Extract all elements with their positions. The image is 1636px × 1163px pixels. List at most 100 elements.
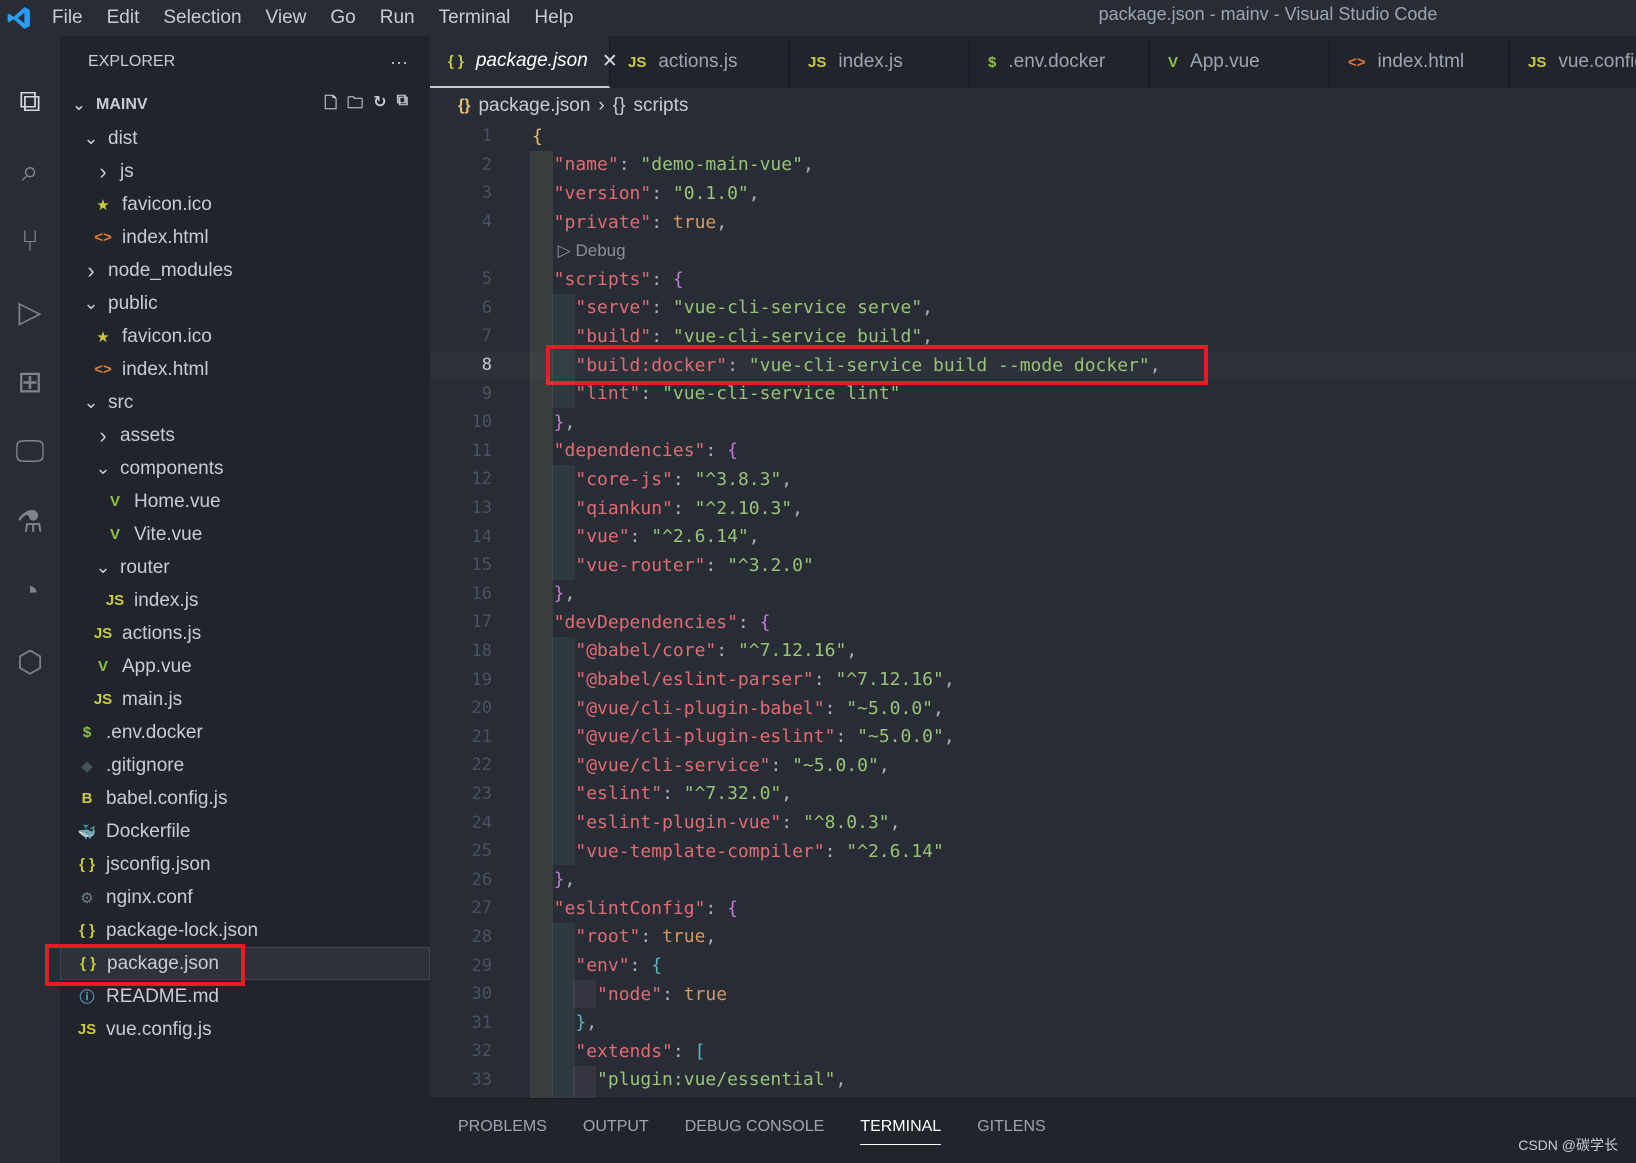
file-item[interactable]: ⚙ nginx.conf [60, 881, 430, 914]
file-item[interactable]: <> index.html [60, 221, 430, 254]
docker-icon[interactable]: ⬡ [0, 634, 60, 690]
object-icon: {} [612, 95, 626, 116]
menu-help[interactable]: Help [534, 7, 573, 29]
line-number: 19 [471, 669, 492, 690]
folder-item[interactable]: › node_modules [60, 254, 430, 287]
tab-label: index.js [838, 51, 903, 72]
token: "^3.2.0" [727, 554, 814, 576]
file-label: node_modules [108, 259, 233, 281]
file-item[interactable]: $ .env.docker [60, 716, 430, 749]
file-item[interactable]: V App.vue [60, 650, 430, 683]
tab-index-html[interactable]: <> index.html [1330, 36, 1510, 88]
source-control-icon[interactable]: ⑂ [0, 214, 60, 270]
token: [ [694, 1040, 706, 1062]
token: "private" [553, 211, 652, 233]
menu-view[interactable]: View [266, 7, 307, 29]
tab-index-js[interactable]: JS index.js [790, 36, 970, 88]
token: , [705, 926, 717, 948]
indent-guide [551, 322, 575, 351]
vue-file-icon: V [1168, 53, 1179, 71]
file-item[interactable]: 🐳 Dockerfile [60, 815, 430, 848]
folder-item[interactable]: ⌄ src [60, 386, 430, 419]
indent-guide [530, 407, 553, 437]
file-item[interactable]: V Vite.vue [60, 518, 430, 551]
line-number: 27 [471, 898, 492, 919]
code-text: "build": "vue-cli-service build", [575, 326, 933, 347]
menu-edit[interactable]: Edit [107, 7, 140, 29]
tab-vue-config-js[interactable]: JS vue.config.js [1510, 36, 1636, 88]
testing-icon[interactable]: ⚗ [0, 494, 60, 550]
tab-package-json[interactable]: { } package.json ✕ [430, 36, 618, 88]
file-label: favicon.ico [122, 193, 212, 215]
chevron-down-icon: ⌄ [83, 128, 99, 148]
search-icon[interactable]: ⌕ [0, 144, 60, 200]
panel-tab-output[interactable]: OUTPUT [583, 1110, 649, 1144]
line-number: 26 [471, 869, 492, 890]
folder-item[interactable]: › js [60, 155, 430, 188]
breadcrumb-file[interactable]: package.json [478, 95, 590, 117]
panel-tab-terminal[interactable]: TERMINAL [860, 1110, 942, 1145]
remote-explorer-icon[interactable]: 🖵 [0, 424, 60, 480]
workspace-root[interactable]: ⌄ MAINV 🗋 🗀 ↻ ⧉ [60, 88, 430, 122]
folder-item[interactable]: ⌄ public [60, 287, 430, 320]
codelens-debug[interactable]: Debug [575, 241, 625, 260]
file-item[interactable]: JS main.js [60, 683, 430, 716]
token: , [1149, 354, 1161, 376]
menu-terminal[interactable]: Terminal [439, 7, 511, 29]
file-item[interactable]: ★ favicon.ico [60, 188, 430, 221]
explorer-icon[interactable]: ⧉ [0, 74, 60, 130]
folder-item[interactable]: ⌄ components [60, 452, 430, 485]
file-item[interactable]: <> index.html [60, 353, 430, 386]
indent-guide [551, 550, 575, 580]
code-text: "scripts": { [554, 269, 684, 290]
tab-App-vue[interactable]: V App.vue [1150, 36, 1330, 88]
tab-env-docker[interactable]: $ .env.docker [970, 36, 1150, 88]
file-item[interactable]: { } package-lock.json [60, 914, 430, 947]
token: , [781, 783, 793, 805]
tab-label: index.html [1377, 51, 1465, 72]
code-line: 27 "eslintConfig": { [430, 894, 1636, 923]
codelens[interactable]: ▷ Debug [558, 240, 626, 261]
file-item[interactable]: ◆ .gitignore [60, 749, 430, 782]
file-item[interactable]: Bbabel.config.js [60, 782, 430, 815]
folder-item[interactable]: ⌄ dist [60, 122, 430, 155]
menu-selection[interactable]: Selection [163, 7, 241, 29]
code-text: "eslint": "^7.32.0", [575, 783, 792, 804]
breadcrumb-symbol[interactable]: scripts [633, 95, 688, 117]
code-line: 2 "name": "demo-main-vue", [430, 150, 1636, 180]
new-file-icon[interactable]: 🗋 [324, 92, 337, 119]
run-debug-icon[interactable]: ▷ [0, 284, 60, 340]
indent-guide [530, 808, 553, 837]
token: : [662, 783, 684, 805]
file-item[interactable]: { } jsconfig.json [60, 848, 430, 881]
refresh-icon[interactable]: ↻ [373, 92, 386, 119]
file-item[interactable]: JS vue.config.js [60, 1013, 430, 1046]
file-item[interactable]: ★ favicon.ico [60, 320, 430, 353]
token: { [759, 611, 771, 633]
panel-tab-debug-console[interactable]: DEBUG CONSOLE [685, 1110, 825, 1144]
folder-item[interactable]: ⌄ router [60, 551, 430, 584]
file-item[interactable]: V Home.vue [60, 485, 430, 518]
folder-item[interactable]: › assets [60, 419, 430, 452]
collapse-all-icon[interactable]: ⧉ [397, 92, 408, 119]
gitlens-icon[interactable]: ◔ [0, 564, 60, 620]
menu-run[interactable]: Run [380, 7, 415, 29]
code-editor[interactable]: 1{2 "name": "demo-main-vue", 3 "version": "… [430, 122, 1636, 1098]
file-item[interactable]: JS index.js [60, 584, 430, 617]
panel-tab-gitlens[interactable]: GITLENS [977, 1110, 1045, 1144]
more-actions-button[interactable]: ··· [390, 52, 408, 73]
vue-file-icon: V [97, 658, 108, 675]
file-label: components [120, 457, 224, 479]
menu-file[interactable]: File [52, 7, 83, 29]
indent-guide [551, 493, 575, 523]
extensions-icon[interactable]: ⊞ [0, 354, 60, 410]
file-item[interactable]: JS actions.js [60, 617, 430, 650]
file-item[interactable]: ⓘ README.md [60, 980, 430, 1013]
token: "build:docker" [575, 354, 728, 376]
new-folder-icon[interactable]: 🗀 [347, 92, 363, 119]
html-file-icon: <> [94, 361, 112, 378]
panel-tab-problems[interactable]: PROBLEMS [458, 1110, 547, 1144]
file-item[interactable]: { } package.json [45, 944, 430, 986]
tab-actions-js[interactable]: JS actions.js [610, 36, 790, 88]
menu-go[interactable]: Go [330, 7, 355, 29]
